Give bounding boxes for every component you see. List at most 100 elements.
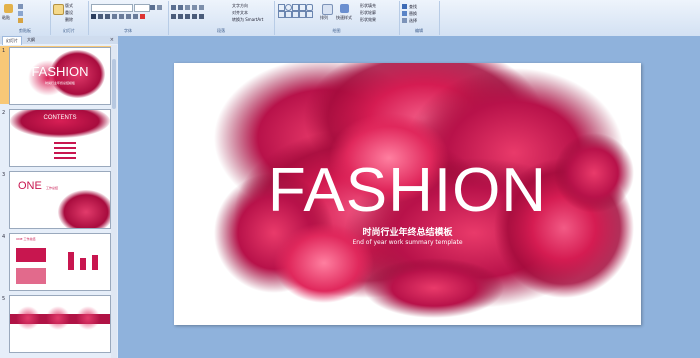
thumbnail-preview <box>9 295 111 353</box>
thumbnail-preview: ONE 工作总结 <box>9 233 111 291</box>
line-spacing-icon[interactable] <box>199 5 204 10</box>
slide-thumbnail-1[interactable]: 1 FASHION 时尚行业年终总结模板 <box>0 46 111 105</box>
shape-bracket-icon[interactable] <box>299 11 306 18</box>
thumbnail-preview: ONE 工作总结 <box>9 171 111 229</box>
font-family-combo[interactable] <box>91 4 133 12</box>
paste-icon[interactable] <box>4 4 13 13</box>
slides-group-label: 幻灯片 <box>63 28 75 33</box>
shape-fill-button[interactable]: 形状填充 <box>360 3 376 8</box>
paragraph-group-label: 段落 <box>217 28 225 33</box>
delete-button[interactable]: 删除 <box>65 17 73 22</box>
align-right-icon[interactable] <box>185 14 190 19</box>
quick-styles-button[interactable]: 快速样式 <box>336 15 352 20</box>
shape-outline-button[interactable]: 形状轮廓 <box>360 10 376 15</box>
decrease-indent-icon[interactable] <box>185 5 190 10</box>
grow-font-icon[interactable] <box>150 5 155 10</box>
strikethrough-icon[interactable] <box>112 14 117 19</box>
thumbnail-subtitle: 时尚行业年终总结模板 <box>44 81 75 85</box>
thumbnail-image <box>16 268 46 284</box>
thumbnail-number: 2 <box>2 110 6 116</box>
shape-triangle-icon[interactable] <box>278 11 285 18</box>
slide-thumbnail-2[interactable]: 2 CONTENTS <box>0 108 111 167</box>
slide-subtitle-cn[interactable]: 时尚行业年终总结模板 <box>174 225 641 238</box>
slide-thumbnail-3[interactable]: 3 ONE 工作总结 <box>0 170 111 229</box>
drawing-group: 排列 快速样式 形状填充 形状轮廓 形状效果 绘图 <box>274 1 400 35</box>
select-icon[interactable] <box>402 18 407 23</box>
numbering-icon[interactable] <box>178 5 183 10</box>
shadow-icon[interactable] <box>119 14 124 19</box>
slide-thumbnail-4[interactable]: 4 ONE 工作总结 <box>0 232 111 291</box>
ink-cloud <box>46 306 70 330</box>
slides-group: 版式 重设 删除 幻灯片 <box>50 1 89 35</box>
ink-cloud <box>10 110 110 138</box>
shape-rectangle-icon[interactable] <box>278 4 285 11</box>
font-size-combo[interactable] <box>134 4 150 12</box>
arrange-icon[interactable] <box>322 4 333 15</box>
replace-button[interactable]: 替换 <box>409 11 417 16</box>
arrange-button[interactable]: 排列 <box>320 15 328 20</box>
shape-effects-button[interactable]: 形状效果 <box>360 17 376 22</box>
font-group-label: 字体 <box>124 28 132 33</box>
justify-icon[interactable] <box>192 14 197 19</box>
font-group: 字体 <box>88 1 169 35</box>
format-painter-icon[interactable] <box>18 18 23 23</box>
columns-icon[interactable] <box>199 14 204 19</box>
thumbnail-title: CONTENTS <box>43 115 77 121</box>
slide-subtitle-en[interactable]: End of year work summary template <box>174 239 641 246</box>
thumbnail-subtitle: 工作总结 <box>46 186 59 190</box>
shrink-font-icon[interactable] <box>157 5 162 10</box>
font-color-icon[interactable] <box>140 14 145 19</box>
thumbnail-block <box>16 248 46 262</box>
align-center-icon[interactable] <box>178 14 183 19</box>
select-button[interactable]: 选择 <box>409 18 417 23</box>
shape-oval-icon[interactable] <box>285 4 292 11</box>
find-button[interactable]: 查找 <box>409 4 417 9</box>
slide-canvas: FASHION 时尚行业年终总结模板 End of year work summ… <box>118 36 700 358</box>
thumbnail-title: FASHION <box>31 64 89 79</box>
shape-arrow-icon[interactable] <box>299 4 306 11</box>
shape-brace-icon[interactable] <box>306 11 313 18</box>
close-icon[interactable]: × <box>110 36 114 44</box>
replace-icon[interactable] <box>402 11 407 16</box>
new-slide-icon[interactable] <box>53 4 64 15</box>
bold-icon[interactable] <box>91 14 96 19</box>
quick-styles-icon[interactable] <box>340 4 349 13</box>
shape-callout-icon[interactable] <box>292 11 299 18</box>
contents-line <box>54 157 76 159</box>
thumbnail-title: ONE 工作总结 <box>16 237 36 241</box>
slide-thumbnail-5[interactable]: 5 <box>0 294 111 353</box>
ink-cloud <box>58 190 110 228</box>
current-slide[interactable]: FASHION 时尚行业年终总结模板 End of year work summ… <box>174 63 641 325</box>
bullets-icon[interactable] <box>171 5 176 10</box>
tab-slides[interactable]: 幻灯片 <box>2 36 22 45</box>
paste-button[interactable]: 粘贴 <box>2 15 10 20</box>
case-icon[interactable] <box>133 14 138 19</box>
drawing-group-label: 绘图 <box>332 28 341 33</box>
layout-button[interactable]: 版式 <box>65 3 73 8</box>
slide-title[interactable]: FASHION <box>174 160 641 222</box>
spacing-icon[interactable] <box>126 14 131 19</box>
underline-icon[interactable] <box>105 14 110 19</box>
shape-line-icon[interactable] <box>292 4 299 11</box>
align-left-icon[interactable] <box>171 14 176 19</box>
panel-scrollbar[interactable] <box>111 45 117 358</box>
text-direction-button[interactable]: 文字方向 <box>232 3 248 8</box>
scrollbar-thumb[interactable] <box>112 59 116 109</box>
editing-group-label: 编辑 <box>415 28 423 33</box>
thumbnail-number: 4 <box>2 234 6 240</box>
thumbnail-preview: FASHION 时尚行业年终总结模板 <box>9 47 111 105</box>
copy-icon[interactable] <box>18 11 23 16</box>
smartart-button[interactable]: 转换为 SmartArt <box>232 17 263 22</box>
reset-button[interactable]: 重设 <box>65 10 73 15</box>
find-icon[interactable] <box>402 4 407 9</box>
cut-icon[interactable] <box>18 4 23 9</box>
italic-icon[interactable] <box>98 14 103 19</box>
shape-star-icon[interactable] <box>285 11 292 18</box>
increase-indent-icon[interactable] <box>192 5 197 10</box>
align-text-button[interactable]: 对齐文本 <box>232 10 248 15</box>
tab-outline[interactable]: 大纲 <box>24 36 38 44</box>
ribbon: 粘贴 剪贴板 版式 重设 删除 幻灯片 字体 文字方向 对齐文本 转换为 Sma… <box>0 0 700 37</box>
thumbnail-bar <box>68 252 74 270</box>
shape-rounded-icon[interactable] <box>306 4 313 11</box>
thumbnail-number: 1 <box>2 48 6 54</box>
